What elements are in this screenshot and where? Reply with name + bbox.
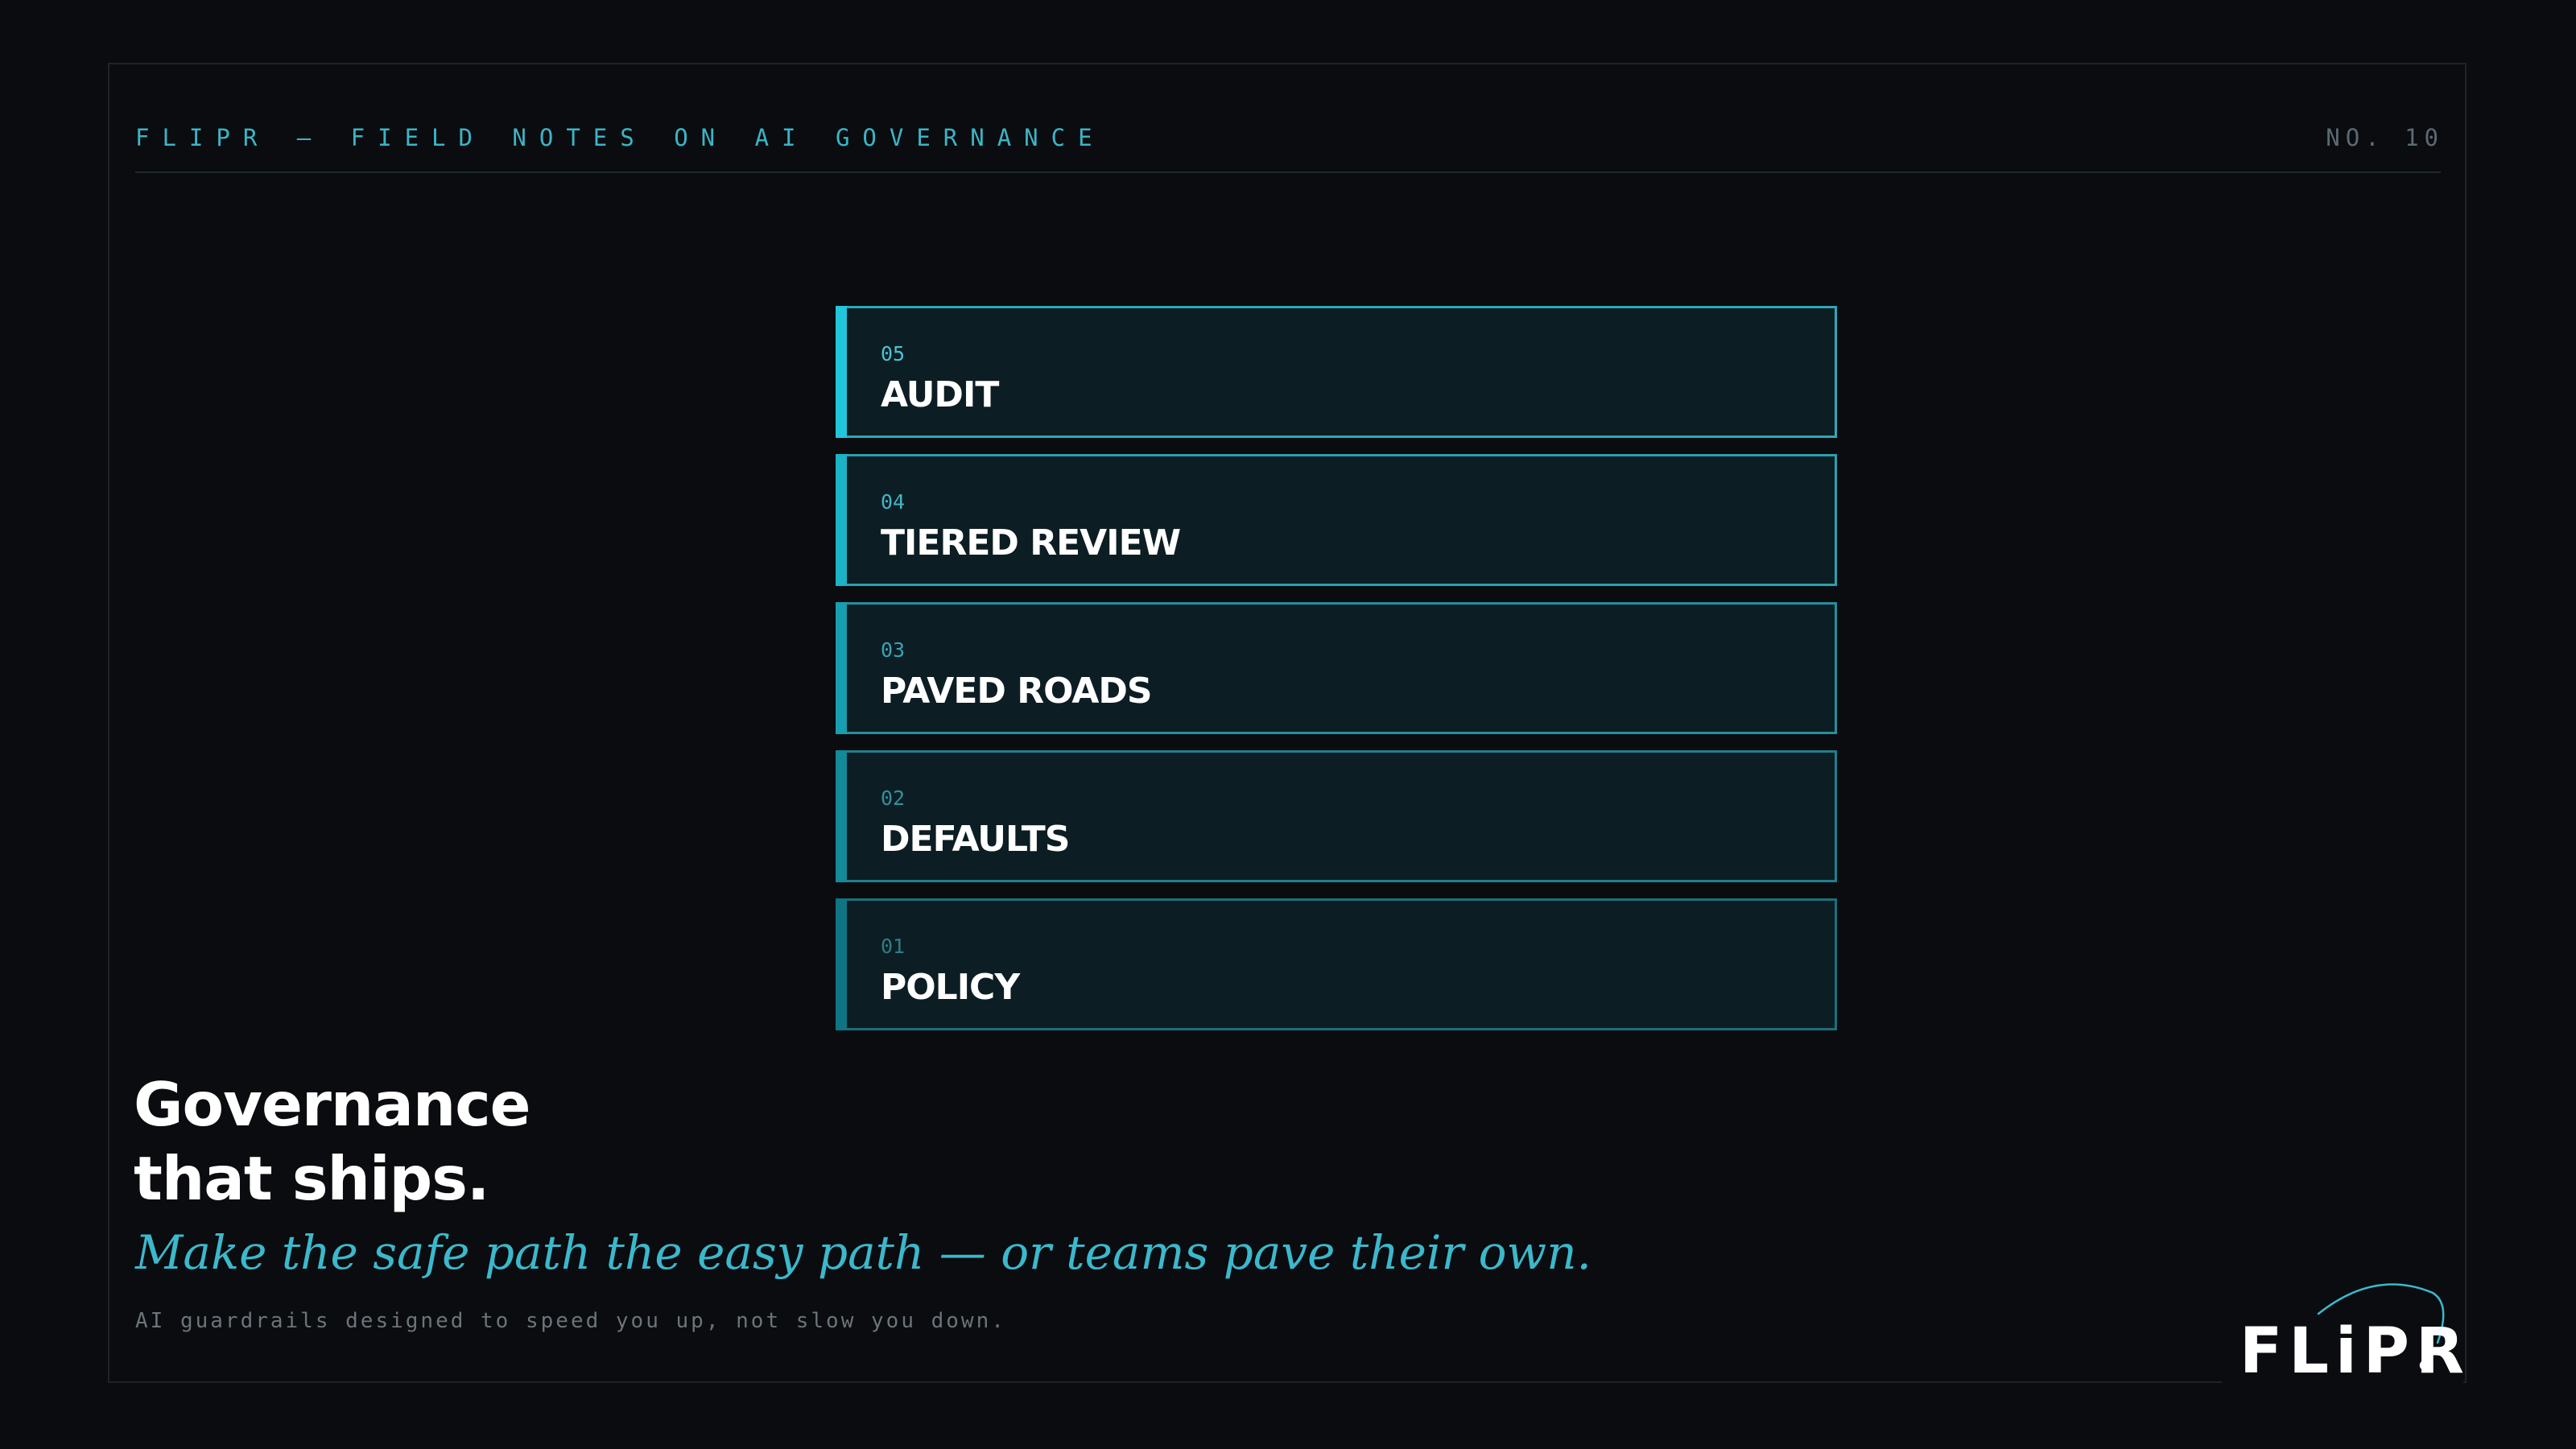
layer-accent-bar	[836, 750, 847, 882]
slide-headline: Governance that ships.	[134, 1067, 531, 1216]
layer-label: TIERED REVIEW	[881, 522, 1181, 564]
layer-tiered-review: 04 TIERED REVIEW	[836, 454, 1837, 586]
layer-number: 04	[881, 490, 906, 514]
header-kicker: FLIPR — FIELD NOTES ON AI GOVERNANCE	[135, 124, 1105, 151]
governance-layer-stack: 05 AUDIT 04 TIERED REVIEW 03 PAVED ROADS…	[836, 306, 1837, 1046]
layer-number: 05	[881, 342, 906, 365]
subline: AI guardrails designed to speed you up, …	[135, 1309, 1006, 1333]
flipr-logo: FLiPR	[2222, 1272, 2464, 1385]
layer-number: 02	[881, 786, 906, 810]
headline-line-2: that ships.	[134, 1143, 489, 1214]
layer-label: POLICY	[881, 967, 1020, 1008]
layer-label: AUDIT	[881, 374, 999, 415]
layer-accent-bar	[836, 454, 847, 586]
layer-number: 03	[881, 638, 906, 662]
headline-line-1: Governance	[134, 1069, 531, 1140]
tagline: Make the safe path the easy path — or te…	[135, 1225, 1591, 1280]
layer-paved-roads: 03 PAVED ROADS	[836, 602, 1837, 734]
layer-accent-bar	[836, 898, 847, 1030]
issue-number: NO. 10	[2326, 124, 2444, 151]
layer-number: 01	[881, 935, 906, 958]
layer-policy: 01 POLICY	[836, 898, 1837, 1030]
layer-label: DEFAULTS	[881, 819, 1070, 860]
layer-audit: 05 AUDIT	[836, 306, 1837, 438]
layer-defaults: 02 DEFAULTS	[836, 750, 1837, 882]
layer-accent-bar	[836, 602, 847, 734]
layer-label: PAVED ROADS	[881, 671, 1153, 712]
logo-wordmark: FLiPR	[2240, 1315, 2471, 1388]
header-divider	[135, 171, 2441, 173]
layer-accent-bar	[836, 306, 847, 438]
